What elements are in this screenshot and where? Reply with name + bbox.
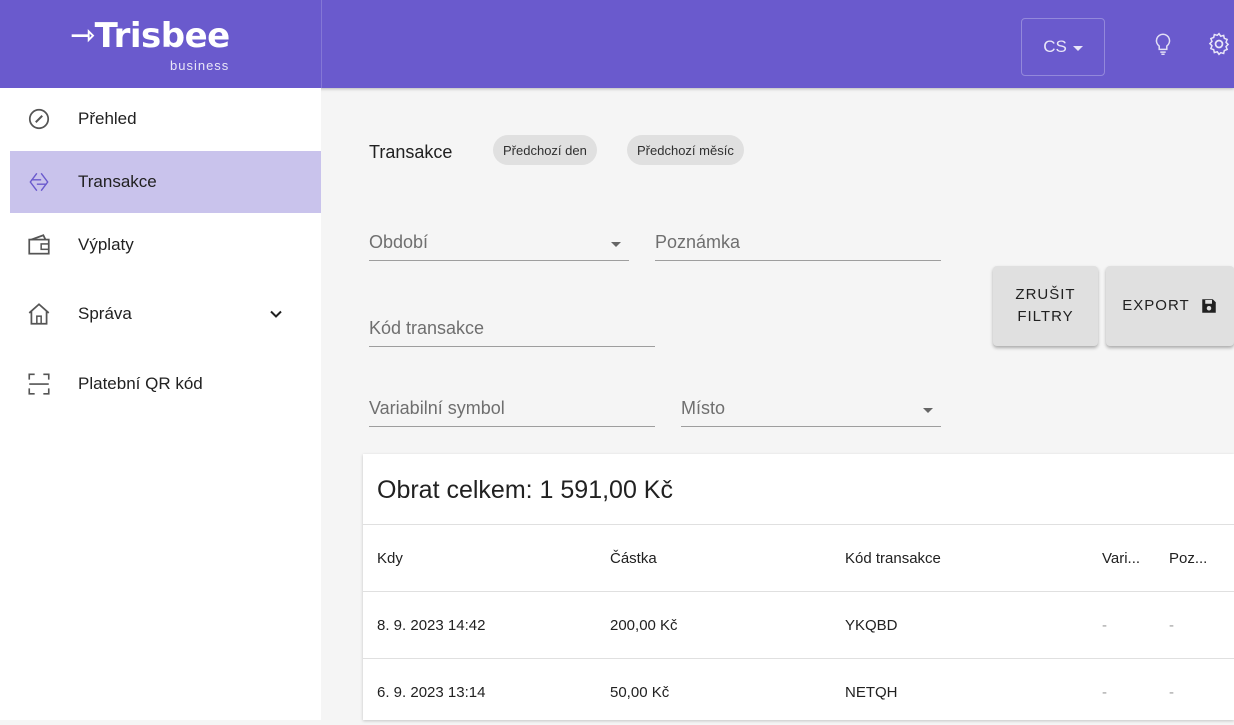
sidebar-item-label: Platební QR kód — [78, 374, 203, 393]
export-button[interactable]: EXPORT — [1106, 266, 1234, 346]
cell-date: 8. 9. 2023 14:42 — [377, 616, 486, 634]
sidebar-item-vyplaty[interactable]: Výplaty — [10, 214, 321, 276]
sidebar: Přehled Transakce Výplaty Správa Platebn — [0, 88, 321, 720]
cell-variable-symbol: - — [1102, 616, 1107, 634]
column-header[interactable]: Kdy — [377, 525, 403, 591]
column-header[interactable]: Částka — [610, 525, 657, 591]
variable-symbol-label: Variabilní symbol — [369, 398, 505, 418]
transactions-card: Obrat celkem: 1 591,00 Kč Kdy Částka Kód… — [363, 454, 1234, 720]
clear-filters-label-line1: ZRUŠIT — [1015, 286, 1076, 303]
place-select[interactable]: Místo — [681, 396, 941, 427]
page-title: Transakce — [369, 142, 453, 162]
transaction-code-label: Kód transakce — [369, 318, 485, 338]
logo-area[interactable]: ⇾Trisbee business — [0, 0, 322, 88]
save-icon — [1201, 299, 1216, 313]
cell-amount: 50,00 Kč — [610, 683, 670, 701]
caret-down-icon — [1072, 45, 1083, 51]
gear-icon[interactable] — [1206, 31, 1232, 57]
chip-previous-month[interactable]: Předchozí měsíc — [627, 135, 744, 165]
sidebar-item-sprava[interactable]: Správa — [10, 283, 321, 345]
period-select[interactable]: Období — [369, 230, 629, 261]
main-content: Transakce Předchozí den Předchozí měsíc … — [321, 88, 1234, 720]
logo-arrow-icon: ⇾ — [70, 18, 95, 53]
column-header[interactable]: Vari... — [1102, 525, 1140, 591]
caret-down-icon — [611, 242, 621, 247]
cell-amount: 200,00 Kč — [610, 616, 678, 634]
speedometer-icon — [28, 108, 50, 130]
clear-filters-label-line2: FILTRY — [1017, 308, 1074, 325]
cell-code: YKQBD — [845, 616, 898, 634]
cell-date: 6. 9. 2023 13:14 — [377, 683, 486, 701]
logo-text: Trisbee — [94, 16, 231, 56]
variable-symbol-input[interactable]: Variabilní symbol — [369, 396, 655, 427]
note-label: Poznámka — [655, 232, 741, 252]
table-row[interactable]: 8. 9. 2023 14:42 200,00 Kč YKQBD - - — [363, 591, 1234, 658]
cell-note: - — [1169, 683, 1174, 701]
language-select[interactable]: CS — [1021, 18, 1105, 76]
sidebar-item-transakce[interactable]: Transakce — [10, 151, 321, 213]
caret-down-icon — [923, 408, 933, 413]
top-app-bar: ⇾Trisbee business CS — [0, 0, 1234, 88]
language-value: CS — [1043, 37, 1067, 56]
sidebar-item-prehled[interactable]: Přehled — [10, 88, 321, 150]
table-header-row: Kdy Částka Kód transakce Vari... Poz... — [363, 524, 1234, 591]
column-header[interactable]: Poz... — [1169, 525, 1207, 591]
place-label: Místo — [681, 398, 726, 418]
export-label: EXPORT — [1122, 297, 1190, 314]
clear-filters-button[interactable]: ZRUŠIT FILTRY — [993, 266, 1098, 346]
cell-code: NETQH — [845, 683, 898, 701]
home-icon — [28, 303, 50, 325]
period-label: Období — [369, 232, 429, 252]
note-input[interactable]: Poznámka — [655, 230, 941, 261]
sidebar-item-label: Přehled — [78, 109, 137, 128]
sidebar-item-qr[interactable]: Platební QR kód — [10, 353, 321, 415]
qr-scan-icon — [28, 373, 50, 395]
turnover-total: Obrat celkem: 1 591,00 Kč — [377, 476, 673, 504]
chevron-down-icon[interactable] — [268, 306, 284, 322]
wallet-icon — [28, 234, 50, 255]
sidebar-item-label: Transakce — [78, 172, 157, 191]
transactions-table: Kdy Částka Kód transakce Vari... Poz... … — [363, 524, 1234, 725]
logo-subtitle: business — [170, 58, 230, 73]
transaction-code-input[interactable]: Kód transakce — [369, 316, 655, 347]
column-header[interactable]: Kód transakce — [845, 525, 941, 591]
lightbulb-icon[interactable] — [1150, 31, 1176, 57]
cell-variable-symbol: - — [1102, 683, 1107, 701]
table-row[interactable]: 6. 9. 2023 13:14 50,00 Kč NETQH - - — [363, 658, 1234, 725]
chip-previous-day[interactable]: Předchozí den — [493, 135, 597, 165]
swap-arrows-icon — [29, 172, 49, 192]
logo[interactable]: ⇾Trisbee — [70, 18, 230, 54]
cell-note: - — [1169, 616, 1174, 634]
sidebar-item-label: Výplaty — [78, 235, 134, 254]
sidebar-item-label: Správa — [78, 304, 132, 323]
